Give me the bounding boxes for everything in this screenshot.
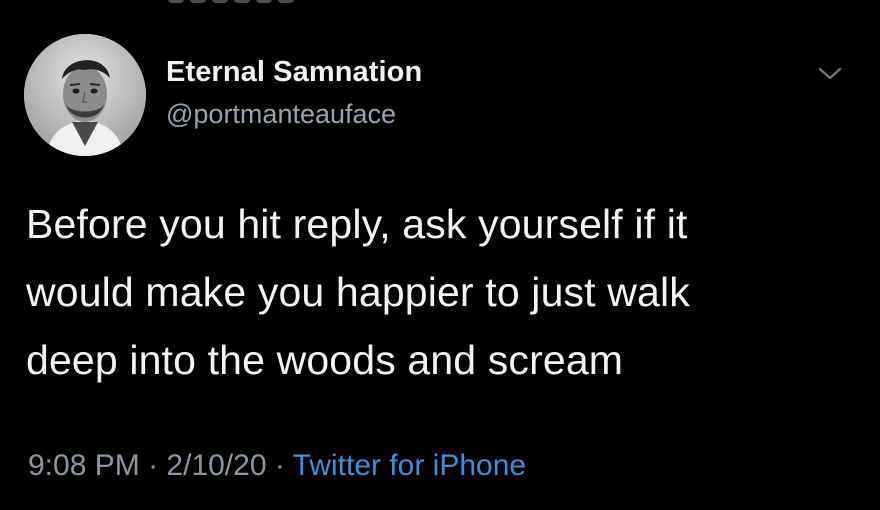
meta-separator: · (148, 449, 159, 482)
author-display-name[interactable]: Eternal Samnation (166, 54, 422, 90)
tweet-source-link[interactable]: Twitter for iPhone (293, 449, 526, 482)
previous-tweet-fragment (168, 0, 328, 4)
tweet-time[interactable]: 9:08 PM (28, 449, 140, 482)
author-block[interactable]: Eternal Samnation @portmanteauface (166, 54, 422, 130)
author-handle[interactable]: @portmanteauface (166, 98, 422, 130)
avatar[interactable] (24, 34, 146, 156)
tweet-text: Before you hit reply, ask yourself if it… (26, 190, 846, 394)
meta-separator: · (274, 449, 285, 482)
tweet-line: Before you hit reply, ask yourself if it (26, 201, 688, 247)
profile-photo (24, 34, 146, 156)
tweet-date[interactable]: 2/10/20 (166, 449, 266, 482)
tweet-line: deep into the woods and scream (26, 337, 624, 383)
tweet-line: would make you happier to just walk (26, 269, 690, 315)
tweet-meta: 9:08 PM · 2/10/20 · Twitter for iPhone (28, 446, 526, 486)
chevron-down-icon[interactable] (813, 57, 847, 91)
tweet-card[interactable]: Eternal Samnation @portmanteauface Befor… (0, 0, 880, 510)
